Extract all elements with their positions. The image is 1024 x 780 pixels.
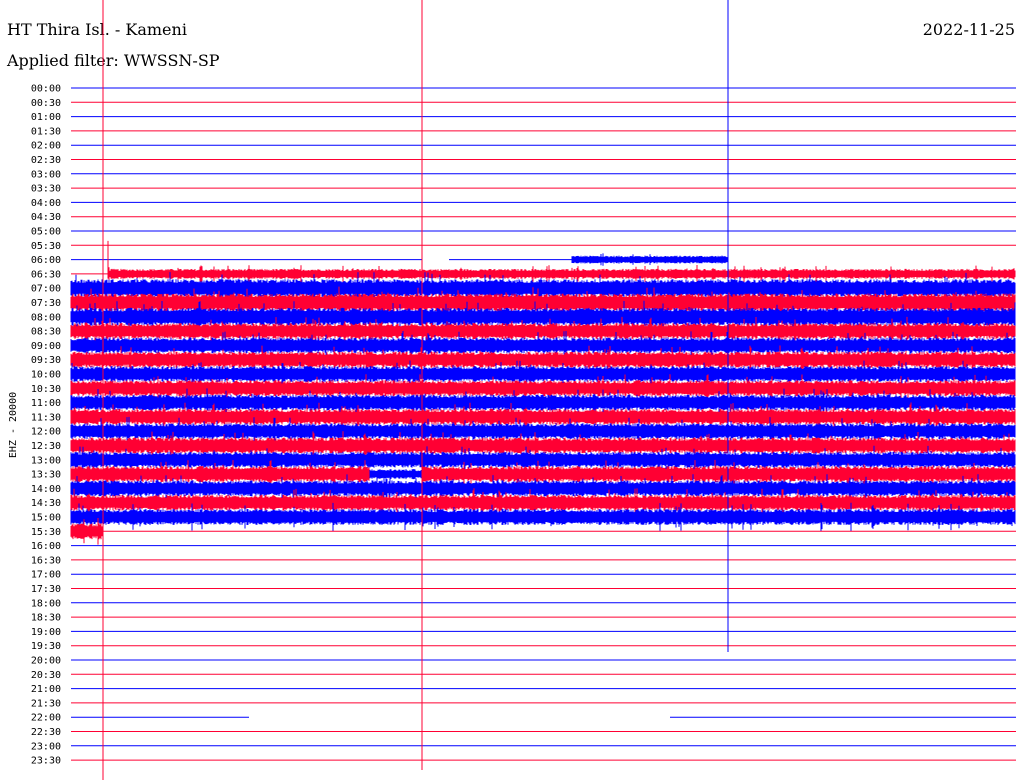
time-tick-label: 22:00 bbox=[31, 713, 61, 724]
time-tick-label: 08:30 bbox=[31, 327, 61, 338]
time-tick-label: 20:00 bbox=[31, 656, 61, 667]
time-tick-label: 11:30 bbox=[31, 412, 61, 423]
time-tick-label: 11:00 bbox=[31, 398, 61, 409]
time-tick-label: 14:30 bbox=[31, 498, 61, 509]
time-tick-label: 23:00 bbox=[31, 741, 61, 752]
time-tick-label: 06:00 bbox=[31, 255, 61, 266]
time-tick-label: 02:30 bbox=[31, 155, 61, 166]
time-tick-label: 14:00 bbox=[31, 484, 61, 495]
time-tick-label: 00:00 bbox=[31, 84, 61, 95]
time-tick-label: 16:00 bbox=[31, 541, 61, 552]
time-tick-label: 13:00 bbox=[31, 455, 61, 466]
time-tick-label: 23:30 bbox=[31, 756, 61, 767]
time-tick-label: 22:30 bbox=[31, 727, 61, 738]
time-tick-label: 18:30 bbox=[31, 613, 61, 624]
time-tick-label: 10:30 bbox=[31, 384, 61, 395]
time-tick-label: 07:00 bbox=[31, 284, 61, 295]
time-tick-label: 15:30 bbox=[31, 527, 61, 538]
time-tick-label: 21:30 bbox=[31, 698, 61, 709]
time-tick-label: 05:00 bbox=[31, 227, 61, 238]
time-tick-label: 02:00 bbox=[31, 141, 61, 152]
time-tick-label: 10:00 bbox=[31, 370, 61, 381]
time-tick-label: 17:00 bbox=[31, 570, 61, 581]
time-tick-label: 18:00 bbox=[31, 598, 61, 609]
time-tick-label: 13:30 bbox=[31, 470, 61, 481]
time-tick-label: 08:00 bbox=[31, 312, 61, 323]
time-tick-label: 15:00 bbox=[31, 513, 61, 524]
time-tick-label: 00:30 bbox=[31, 98, 61, 109]
time-tick-label: 12:00 bbox=[31, 427, 61, 438]
time-tick-label: 16:30 bbox=[31, 555, 61, 566]
time-tick-label: 21:00 bbox=[31, 684, 61, 695]
time-tick-label: 04:00 bbox=[31, 198, 61, 209]
helicorder-plot: 00:00 00:30 01:00 01:30 02:00 02:30 03:00 03:30… bbox=[8, 0, 1016, 780]
time-tick-label: 09:00 bbox=[31, 341, 61, 352]
time-tick-label: 04:30 bbox=[31, 212, 61, 223]
time-tick-label: 19:30 bbox=[31, 641, 61, 652]
time-tick-label: 07:30 bbox=[31, 298, 61, 309]
time-tick-label: 09:30 bbox=[31, 355, 61, 366]
time-tick-label: 03:30 bbox=[31, 184, 61, 195]
time-tick-label: 12:30 bbox=[31, 441, 61, 452]
time-tick-label: 05:30 bbox=[31, 241, 61, 252]
time-tick-label: 17:30 bbox=[31, 584, 61, 595]
time-tick-label: 01:30 bbox=[31, 126, 61, 137]
time-tick-label: 01:00 bbox=[31, 112, 61, 123]
time-tick-label: 19:00 bbox=[31, 627, 61, 638]
time-tick-label: 06:30 bbox=[31, 269, 61, 280]
y-axis-label: EHZ - 20000 bbox=[8, 392, 19, 458]
time-tick-label: 03:00 bbox=[31, 169, 61, 180]
time-tick-label: 20:30 bbox=[31, 670, 61, 681]
